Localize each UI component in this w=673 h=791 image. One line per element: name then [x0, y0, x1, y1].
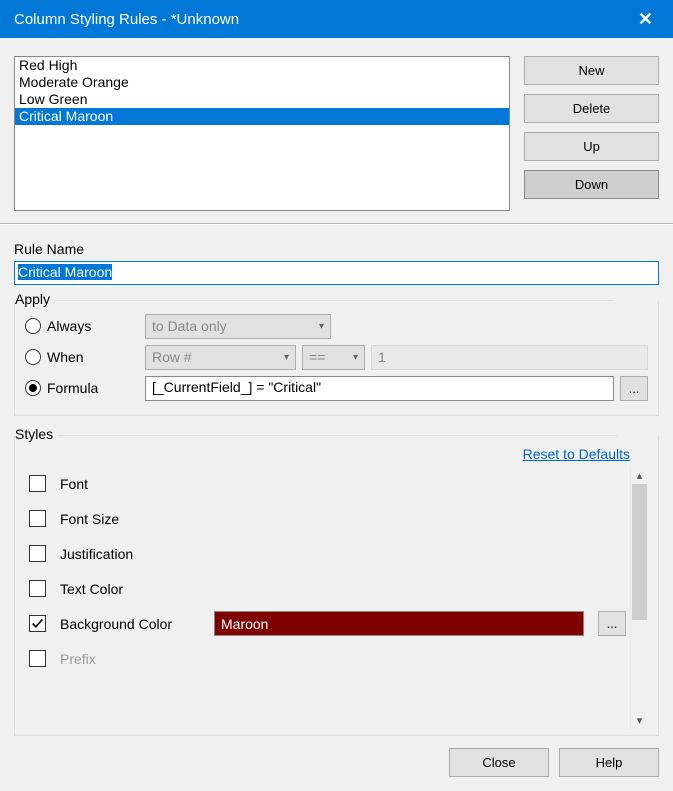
reset-defaults-link[interactable]: Reset to Defaults: [25, 444, 648, 466]
style-label: Text Color: [60, 581, 200, 597]
always-label: Always: [47, 318, 139, 334]
style-row: Font Size: [25, 501, 630, 536]
style-checkbox[interactable]: [29, 615, 46, 632]
chevron-down-icon: ▾: [319, 321, 324, 332]
styles-group-title: Styles: [15, 426, 57, 442]
when-label: When: [47, 349, 139, 365]
divider: [0, 223, 673, 225]
data-only-combo[interactable]: to Data only▾: [145, 314, 331, 339]
styles-group: Styles Reset to Defaults FontFont SizeJu…: [14, 436, 659, 736]
close-icon[interactable]: ✕: [632, 9, 659, 30]
apply-always-row: Always to Data only▾: [25, 312, 648, 340]
style-label: Prefix: [60, 651, 200, 667]
styles-scrollbar[interactable]: ▴ ▾: [630, 466, 648, 729]
titlebar: Column Styling Rules - *Unknown ✕: [0, 0, 673, 38]
rules-list-item[interactable]: Red High: [15, 57, 509, 74]
apply-group: Apply Always to Data only▾ When Row #▾ =…: [14, 301, 659, 416]
style-label: Font: [60, 476, 200, 492]
always-radio[interactable]: [25, 318, 41, 334]
style-checkbox[interactable]: [29, 580, 46, 597]
close-button[interactable]: Close: [449, 748, 549, 777]
dialog-body: Red HighModerate OrangeLow GreenCritical…: [0, 38, 673, 791]
color-swatch[interactable]: Maroon: [214, 611, 584, 636]
style-checkbox[interactable]: [29, 510, 46, 527]
rownum-combo[interactable]: Row #▾: [145, 345, 296, 370]
rules-list-item[interactable]: Critical Maroon: [15, 108, 509, 125]
formula-input[interactable]: [_CurrentField_] = "Critical": [145, 376, 614, 401]
new-button[interactable]: New: [524, 56, 659, 85]
help-button[interactable]: Help: [559, 748, 659, 777]
style-checkbox[interactable]: [29, 475, 46, 492]
rules-section: Red HighModerate OrangeLow GreenCritical…: [14, 48, 659, 211]
rules-buttons: New Delete Up Down: [524, 56, 659, 211]
scroll-up-icon[interactable]: ▴: [631, 466, 648, 484]
style-checkbox[interactable]: [29, 650, 46, 667]
delete-button[interactable]: Delete: [524, 94, 659, 123]
up-button[interactable]: Up: [524, 132, 659, 161]
style-row: Justification: [25, 536, 630, 571]
apply-formula-row: Formula [_CurrentField_] = "Critical" ..…: [25, 374, 648, 402]
footer: Close Help: [14, 736, 659, 791]
styles-list: Font Font Size Justification Text Color Back…: [25, 466, 630, 729]
style-row: Prefix: [25, 641, 630, 676]
rule-name-input[interactable]: Critical Maroon: [14, 261, 659, 285]
rules-list-item[interactable]: Moderate Orange: [15, 74, 509, 91]
style-row: Text Color: [25, 571, 630, 606]
apply-when-row: When Row #▾ ==▾ 1: [25, 343, 648, 371]
style-row: Font: [25, 466, 630, 501]
style-label: Font Size: [60, 511, 200, 527]
color-browse-button[interactable]: ...: [598, 611, 626, 636]
down-button[interactable]: Down: [524, 170, 659, 199]
apply-group-title: Apply: [15, 291, 54, 307]
rules-listbox[interactable]: Red HighModerate OrangeLow GreenCritical…: [14, 56, 510, 211]
scroll-down-icon[interactable]: ▾: [631, 711, 648, 729]
scroll-track[interactable]: [631, 484, 648, 711]
style-label: Justification: [60, 546, 200, 562]
formula-radio[interactable]: [25, 380, 41, 396]
formula-browse-button[interactable]: ...: [620, 376, 648, 401]
window-title: Column Styling Rules - *Unknown: [14, 11, 632, 28]
chevron-down-icon: ▾: [353, 352, 358, 363]
style-checkbox[interactable]: [29, 545, 46, 562]
rules-list-item[interactable]: Low Green: [15, 91, 509, 108]
formula-label: Formula: [47, 380, 139, 396]
chevron-down-icon: ▾: [284, 352, 289, 363]
when-radio[interactable]: [25, 349, 41, 365]
style-row: Background Color Maroon...: [25, 606, 630, 641]
scroll-thumb[interactable]: [632, 484, 647, 620]
style-label: Background Color: [60, 616, 200, 632]
when-value-input[interactable]: 1: [371, 345, 648, 370]
rule-name-label: Rule Name: [14, 241, 659, 257]
operator-combo[interactable]: ==▾: [302, 345, 365, 370]
